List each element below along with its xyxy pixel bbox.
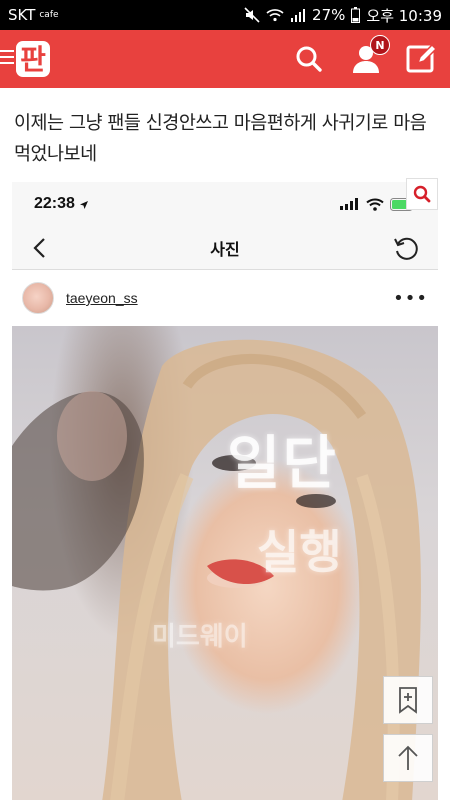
projected-text-3: 미드웨이 bbox=[152, 622, 248, 652]
post-title: 이제는 그냥 팬들 신경안쓰고 마음편하게 사귀기로 마음먹었나보네 bbox=[14, 113, 427, 165]
projected-text-2: 실행 bbox=[257, 525, 342, 579]
image-search-button[interactable] bbox=[406, 178, 438, 210]
arrow-up-icon bbox=[398, 745, 418, 770]
carrier-name: SKT bbox=[8, 6, 36, 24]
logo-text: 판 bbox=[20, 43, 46, 76]
search-button[interactable] bbox=[291, 41, 327, 77]
bookmark-add-icon bbox=[399, 687, 417, 714]
embedded-time: 22:38 bbox=[34, 195, 75, 212]
projected-text-1: 일단 bbox=[227, 429, 338, 497]
wifi-icon bbox=[266, 8, 284, 22]
status-bar: SKT cafe 27% 오후 10:39 bbox=[0, 0, 450, 30]
more-options-icon: ••• bbox=[393, 287, 428, 309]
post-image[interactable]: 22:38 사진 taeyeon_ss ••• 일단 실행 미드웨이 bbox=[12, 182, 438, 800]
embedded-signal-icon bbox=[340, 198, 358, 210]
search-icon bbox=[296, 46, 322, 72]
mute-icon bbox=[244, 7, 260, 23]
embedded-ios-status-bar: 22:38 bbox=[12, 182, 438, 226]
embedded-nav-bar: 사진 bbox=[12, 226, 438, 270]
bookmark-button[interactable] bbox=[383, 676, 433, 724]
embedded-nav-title: 사진 bbox=[210, 239, 240, 259]
pann-logo[interactable]: 판 bbox=[14, 38, 58, 80]
search-icon bbox=[413, 185, 431, 203]
avatar bbox=[22, 282, 54, 314]
carrier-sub: cafe bbox=[39, 10, 59, 20]
battery-icon bbox=[351, 7, 361, 23]
user-button[interactable]: N bbox=[348, 35, 390, 77]
battery-percent: 27% bbox=[312, 6, 346, 24]
refresh-icon bbox=[394, 237, 418, 260]
signal-icon bbox=[290, 8, 306, 22]
write-button[interactable] bbox=[404, 41, 440, 77]
write-icon bbox=[406, 43, 438, 73]
photo: 일단 실행 미드웨이 bbox=[12, 326, 438, 800]
back-arrow-icon bbox=[33, 238, 45, 258]
photo-hair bbox=[12, 339, 421, 800]
app-header: 판 N bbox=[0, 30, 450, 88]
embedded-user-row: taeyeon_ss ••• bbox=[12, 270, 438, 326]
embedded-username: taeyeon_ss bbox=[66, 290, 138, 306]
clock: 오후 10:39 bbox=[366, 6, 442, 25]
embedded-wifi-icon bbox=[366, 198, 384, 211]
location-arrow-icon bbox=[79, 195, 89, 214]
notification-badge: N bbox=[370, 35, 390, 55]
scroll-top-button[interactable] bbox=[383, 734, 433, 782]
